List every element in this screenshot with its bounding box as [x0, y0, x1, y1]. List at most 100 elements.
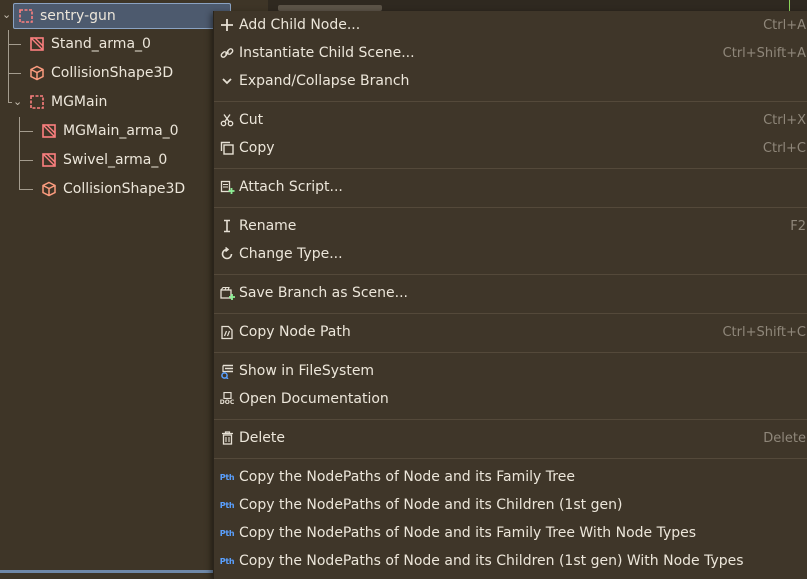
menu-separator — [214, 352, 807, 353]
doc-icon-text: DOC — [219, 399, 235, 406]
menu-item-show-in-filesystem[interactable]: Show in FileSystem — [214, 357, 807, 385]
tree-guide-line — [19, 117, 20, 190]
menu-item-label: Save Branch as Scene... — [239, 285, 409, 301]
plus-icon — [219, 17, 235, 33]
tree-item[interactable]: CollisionShape3D — [41, 176, 185, 202]
rename-icon — [219, 218, 235, 234]
menu-item-save-branch-as-scene[interactable]: Save Branch as Scene... — [214, 279, 807, 307]
tree-item[interactable]: Swivel_arma_0 — [41, 147, 167, 173]
pth-icon-text: Pth — [219, 556, 235, 566]
tree-guide-line — [19, 189, 33, 190]
menu-item-label: Change Type... — [239, 246, 343, 262]
menu-item-delete[interactable]: Delete Delete — [214, 424, 807, 452]
tree-item-label: Stand_arma_0 — [51, 36, 151, 52]
pth-icon: Pth — [219, 469, 235, 485]
menu-item-change-type[interactable]: Change Type... — [214, 240, 807, 268]
tree-item[interactable]: MGMain — [29, 89, 107, 115]
menu-item-label: Instantiate Child Scene... — [239, 45, 415, 61]
tree-item[interactable]: CollisionShape3D — [29, 60, 173, 86]
node3d-icon — [19, 9, 33, 23]
mesh-icon — [42, 124, 56, 138]
menu-item-label: Copy the NodePaths of Node and its Famil… — [239, 469, 575, 485]
menu-item-add-child-node[interactable]: Add Child Node... Ctrl+A — [214, 11, 807, 39]
node3d-icon — [30, 95, 44, 109]
tree-guide-line — [19, 160, 33, 161]
pth-icon: Pth — [219, 553, 235, 569]
mesh-icon — [30, 37, 44, 51]
collision-shape-icon — [30, 65, 44, 81]
menu-item-copy-node-path[interactable]: Copy Node Path Ctrl+Shift+C — [214, 318, 807, 346]
pth-icon-text: Pth — [219, 528, 235, 538]
copy-icon — [219, 140, 235, 156]
menu-item-copy-nodepaths-family-tree[interactable]: Pth Copy the NodePaths of Node and its F… — [214, 463, 807, 491]
menu-item-shortcut: Ctrl+Shift+C — [722, 324, 806, 340]
tree-item-label: Swivel_arma_0 — [63, 152, 168, 168]
doc-icon: DOC — [219, 391, 235, 407]
menu-item-label: Copy — [239, 140, 275, 156]
change-type-icon — [219, 246, 235, 262]
menu-separator — [214, 168, 807, 169]
menu-item-rename[interactable]: Rename F2 — [214, 212, 807, 240]
menu-item-copy[interactable]: Copy Ctrl+C — [214, 134, 807, 162]
tree-guide-line — [8, 30, 9, 103]
collapse-arrow-icon[interactable]: ⌄ — [13, 95, 22, 108]
tree-item[interactable]: Stand_arma_0 — [29, 31, 151, 57]
menu-item-instantiate-child-scene[interactable]: Instantiate Child Scene... Ctrl+Shift+A — [214, 39, 807, 67]
pth-icon-text: Pth — [219, 472, 235, 482]
tree-guide-line — [8, 44, 21, 45]
collision-shape-icon — [42, 181, 56, 197]
tree-guide-line — [19, 131, 33, 132]
menu-item-shortcut: Ctrl+Shift+A — [722, 45, 806, 61]
menu-item-cut[interactable]: Cut Ctrl+X — [214, 106, 807, 134]
menu-separator — [214, 207, 807, 208]
tree-item[interactable]: MGMain_arma_0 — [41, 118, 179, 144]
menu-item-copy-nodepaths-children-types[interactable]: Pth Copy the NodePaths of Node and its C… — [214, 547, 807, 575]
menu-item-open-documentation[interactable]: DOC Open Documentation — [214, 385, 807, 413]
tree-item-root[interactable]: sentry-gun — [13, 3, 231, 29]
tree-item-label: sentry-gun — [40, 8, 116, 24]
menu-item-label: Copy the NodePaths of Node and its Famil… — [239, 525, 697, 541]
menu-separator — [214, 274, 807, 275]
pth-icon: Pth — [219, 497, 235, 513]
menu-item-label: Add Child Node... — [239, 17, 361, 33]
menu-item-shortcut: Delete — [763, 430, 806, 446]
tree-guide-line — [8, 102, 12, 103]
mesh-icon — [42, 153, 56, 167]
menu-item-attach-script[interactable]: Attach Script... — [214, 173, 807, 201]
filesystem-icon — [219, 363, 235, 379]
menu-item-copy-nodepaths-family-tree-types[interactable]: Pth Copy the NodePaths of Node and its F… — [214, 519, 807, 547]
menu-item-label: Copy the NodePaths of Node and its Child… — [239, 497, 623, 513]
menu-item-label: Rename — [239, 218, 297, 234]
pth-icon: Pth — [219, 525, 235, 541]
chevron-down-icon — [219, 73, 235, 89]
menu-separator — [214, 101, 807, 102]
menu-item-label: Copy the NodePaths of Node and its Child… — [239, 553, 744, 569]
menu-item-shortcut: F2 — [790, 218, 806, 234]
menu-item-shortcut: Ctrl+C — [762, 140, 806, 156]
menu-item-label: Copy Node Path — [239, 324, 351, 340]
menu-item-shortcut: Ctrl+A — [763, 17, 806, 33]
menu-item-label: Show in FileSystem — [239, 363, 375, 379]
tree-item-label: CollisionShape3D — [51, 65, 174, 81]
pth-icon-text: Pth — [219, 500, 235, 510]
menu-separator — [214, 458, 807, 459]
context-menu: Add Child Node... Ctrl+A Instantiate Chi… — [213, 11, 807, 579]
save-branch-icon — [219, 285, 235, 301]
collapse-arrow-icon[interactable]: ⌄ — [2, 8, 11, 21]
tree-item-label: CollisionShape3D — [63, 181, 186, 197]
menu-separator — [214, 313, 807, 314]
menu-item-label: Expand/Collapse Branch — [239, 73, 410, 89]
tree-item-label: MGMain — [51, 94, 108, 110]
menu-item-shortcut: Ctrl+X — [763, 112, 806, 128]
copy-path-icon — [219, 324, 235, 340]
attach-script-icon — [219, 179, 235, 195]
menu-item-label: Attach Script... — [239, 179, 343, 195]
scissors-icon — [219, 112, 235, 128]
menu-item-label: Cut — [239, 112, 264, 128]
menu-item-expand-collapse-branch[interactable]: Expand/Collapse Branch — [214, 67, 807, 95]
menu-item-copy-nodepaths-children[interactable]: Pth Copy the NodePaths of Node and its C… — [214, 491, 807, 519]
menu-item-label: Open Documentation — [239, 391, 389, 407]
trash-icon — [219, 430, 235, 446]
tree-guide-line — [8, 73, 21, 74]
tree-item-label: MGMain_arma_0 — [63, 123, 179, 139]
